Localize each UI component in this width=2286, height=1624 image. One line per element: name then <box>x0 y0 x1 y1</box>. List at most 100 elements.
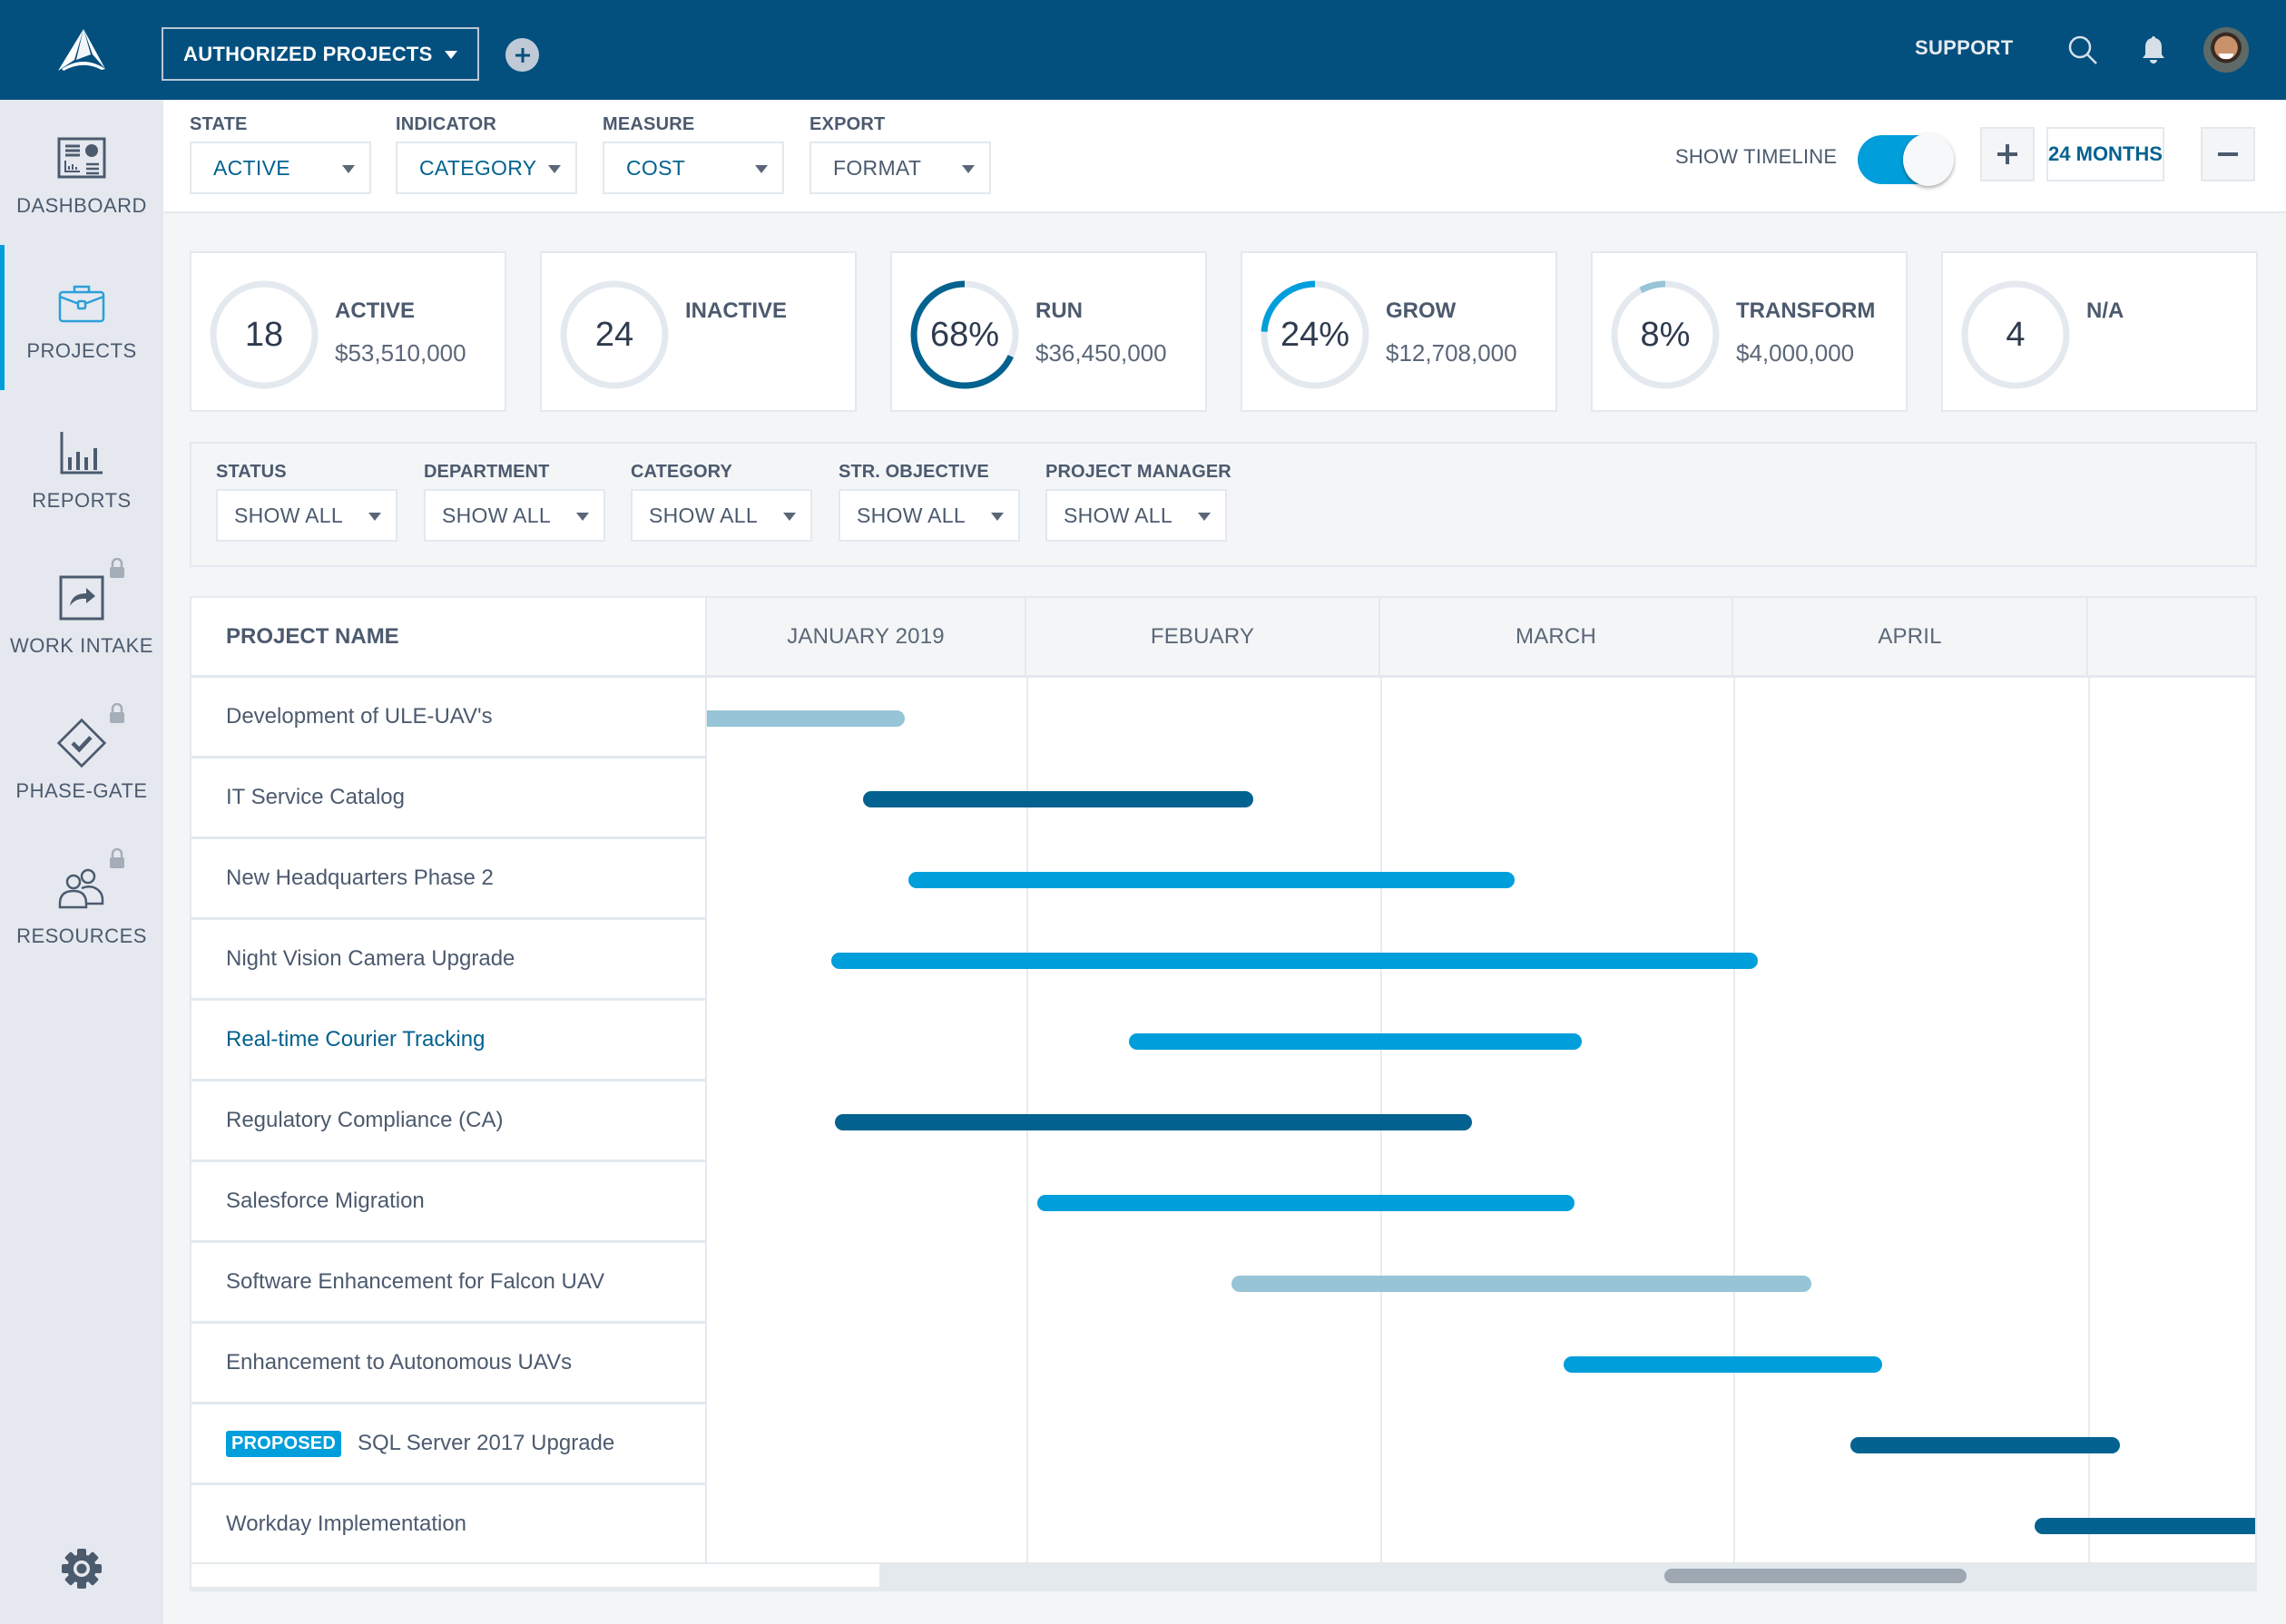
timeline-bar[interactable] <box>908 872 1515 888</box>
kpi-card-grow[interactable]: 24% GROW $12,708,000 <box>1241 251 1557 412</box>
sidebar-item-label: DASHBOARD <box>16 194 147 217</box>
table-row[interactable]: New Headquarters Phase 2 <box>191 839 707 920</box>
department-value: SHOW ALL <box>442 503 551 527</box>
table-row[interactable]: Real-time Courier Tracking <box>191 1001 707 1081</box>
kpi-amount: $53,510,000 <box>335 339 466 367</box>
project-name: Software Enhancement for Falcon UAV <box>226 1269 605 1294</box>
kpi-card-transform[interactable]: 8% TRANSFORM $4,000,000 <box>1591 251 1908 412</box>
table-row[interactable]: IT Service Catalog <box>191 758 707 839</box>
table-row[interactable]: Development of ULE-UAV's <box>191 678 707 758</box>
project-name: Development of ULE-UAV's <box>226 704 493 729</box>
project-scope-dropdown[interactable]: AUTHORIZED PROJECTS <box>162 27 479 81</box>
sidebar-item-dashboard[interactable]: DASHBOARD <box>0 100 163 236</box>
project-name: SQL Server 2017 Upgrade <box>357 1431 615 1455</box>
chevron-down-icon <box>1198 513 1211 521</box>
measure-dropdown[interactable]: COST <box>603 142 784 194</box>
month-header: FEBUARY <box>1026 598 1380 678</box>
table-row[interactable]: Enhancement to Autonomous UAVs <box>191 1324 707 1404</box>
table-row[interactable]: Workday Implementation <box>191 1485 707 1566</box>
bell-icon[interactable] <box>2140 34 2167 65</box>
support-link[interactable]: SUPPORT <box>1915 36 2013 60</box>
show-timeline-toggle[interactable] <box>1858 133 1954 186</box>
timeline-bar[interactable] <box>1850 1437 2121 1453</box>
kpi-amount: $12,708,000 <box>1386 339 1517 367</box>
logo-icon[interactable] <box>56 27 107 73</box>
horizontal-scrollbar[interactable] <box>191 1562 2255 1590</box>
indicator-dropdown[interactable]: CATEGORY <box>396 142 577 194</box>
briefcase-icon <box>58 285 105 323</box>
timeline-bar[interactable] <box>2035 1518 2255 1534</box>
gantt-chart: PROJECT NAME JANUARY 2019 FEBUARY MARCH APR… <box>190 596 2257 1591</box>
month-header: MARCH <box>1380 598 1733 678</box>
str-objective-dropdown[interactable]: SHOW ALL <box>839 489 1020 542</box>
project-name: Night Vision Camera Upgrade <box>226 946 515 971</box>
sidebar-item-projects[interactable]: PROJECTS <box>0 245 163 390</box>
str-objective-label: STR. OBJECTIVE <box>839 462 989 482</box>
minus-icon <box>2218 152 2238 156</box>
category-dropdown[interactable]: SHOW ALL <box>631 489 812 542</box>
state-label: STATE <box>190 114 248 134</box>
kpi-card-n-a[interactable]: 4 N/A <box>1941 251 2258 412</box>
project-name: Salesforce Migration <box>226 1189 425 1213</box>
gear-icon[interactable] <box>60 1547 103 1590</box>
kpi-amount: $4,000,000 <box>1736 339 1855 367</box>
kpi-card-active[interactable]: 18 ACTIVE $53,510,000 <box>190 251 506 412</box>
timeline-bar[interactable] <box>1036 1195 1575 1211</box>
diamond-check-icon <box>56 718 107 768</box>
state-dropdown[interactable]: ACTIVE <box>190 142 371 194</box>
project-name[interactable]: Real-time Courier Tracking <box>226 1027 485 1052</box>
kpi-card-inactive[interactable]: 24 INACTIVE <box>540 251 857 412</box>
department-dropdown[interactable]: SHOW ALL <box>424 489 605 542</box>
timeline-bar[interactable] <box>707 710 906 727</box>
category-filter: CATEGORY SHOW ALL <box>631 462 812 542</box>
sidebar-item-label: RESOURCES <box>16 925 147 947</box>
sidebar-item-label: WORK INTAKE <box>10 634 153 657</box>
indicator-label: INDICATOR <box>396 114 497 134</box>
scrollbar-thumb[interactable] <box>1664 1569 1967 1583</box>
zoom-in-button[interactable] <box>1980 127 2035 181</box>
scroll-spacer <box>191 1564 879 1587</box>
export-dropdown[interactable]: FORMAT <box>809 142 991 194</box>
measure-filter: MEASURE COST <box>603 114 784 194</box>
timeline-bar[interactable] <box>834 1114 1473 1130</box>
export-filter: EXPORT FORMAT <box>809 114 991 194</box>
people-icon <box>58 868 104 909</box>
chevron-down-icon <box>962 165 975 173</box>
timeline-bar[interactable] <box>863 791 1253 807</box>
lock-icon <box>110 848 124 868</box>
sidebar-item-label: PROJECTS <box>26 339 137 362</box>
add-button[interactable] <box>505 38 539 72</box>
project-manager-dropdown[interactable]: SHOW ALL <box>1045 489 1227 542</box>
toolbar: STATE ACTIVE INDICATOR CATEGORY MEASURE … <box>163 100 2286 213</box>
table-row[interactable]: Regulatory Compliance (CA) <box>191 1081 707 1162</box>
timeline-bar[interactable] <box>1129 1033 1582 1050</box>
sidebar-item-phase-gate[interactable]: PHASE-GATE <box>0 685 163 821</box>
table-row[interactable]: Salesforce Migration <box>191 1162 707 1243</box>
sidebar-item-work-intake[interactable]: WORK INTAKE <box>0 540 163 676</box>
timeline-bar[interactable] <box>1564 1356 1883 1373</box>
status-dropdown[interactable]: SHOW ALL <box>216 489 397 542</box>
active-indicator <box>0 245 5 390</box>
month-header: JANUARY 2019 <box>707 598 1026 678</box>
timeline-range[interactable]: 24 MONTHS <box>2046 127 2164 181</box>
search-icon[interactable] <box>2067 34 2098 65</box>
table-row[interactable]: PROPOSED SQL Server 2017 Upgrade <box>191 1404 707 1485</box>
category-value: SHOW ALL <box>649 503 758 527</box>
avatar[interactable] <box>2203 27 2249 73</box>
table-row[interactable]: Software Enhancement for Falcon UAV <box>191 1243 707 1324</box>
project-name: Enhancement to Autonomous UAVs <box>226 1350 573 1375</box>
kpi-value: 8% <box>1640 315 1691 354</box>
str-objective-value: SHOW ALL <box>857 503 966 527</box>
project-name-header[interactable]: PROJECT NAME <box>191 598 707 678</box>
zoom-out-button[interactable] <box>2201 127 2255 181</box>
sidebar-item-resources[interactable]: RESOURCES <box>0 830 163 966</box>
timeline-bar[interactable] <box>1231 1276 1811 1292</box>
bar-chart-icon <box>60 432 103 474</box>
status-value: SHOW ALL <box>234 503 343 527</box>
timeline-bar[interactable] <box>831 953 1759 969</box>
kpi-card-run[interactable]: 68% RUN $36,450,000 <box>890 251 1207 412</box>
sidebar-item-reports[interactable]: REPORTS <box>0 395 163 531</box>
table-row[interactable]: Night Vision Camera Upgrade <box>191 920 707 1001</box>
filter-panel: STATUS SHOW ALL DEPARTMENT SHOW ALL CATE… <box>190 442 2257 567</box>
plus-icon <box>1997 144 2017 164</box>
